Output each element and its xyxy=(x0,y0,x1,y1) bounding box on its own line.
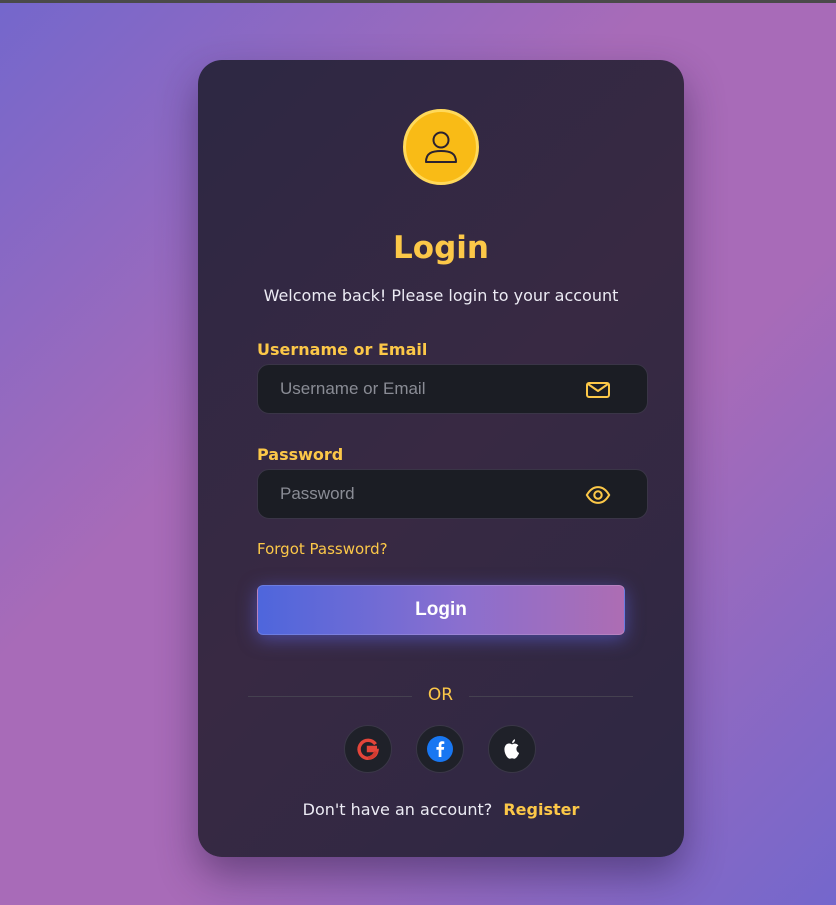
forgot-password-link[interactable]: Forgot Password? xyxy=(257,540,388,558)
signup-prompt-text: Don't have an account? xyxy=(302,800,493,819)
divider-or-text: OR xyxy=(427,685,454,705)
google-login-button[interactable] xyxy=(344,725,392,773)
user-icon xyxy=(425,131,457,163)
signup-prompt: Don't have an account? Register xyxy=(198,800,684,819)
password-label: Password xyxy=(257,445,344,464)
page-title: Login xyxy=(393,230,489,266)
username-label: Username or Email xyxy=(257,340,428,359)
password-field-wrapper xyxy=(257,469,648,519)
login-button[interactable]: Login xyxy=(257,585,625,635)
register-link[interactable]: Register xyxy=(503,800,579,819)
envelope-icon xyxy=(585,377,611,403)
page-subtitle: Welcome back! Please login to your accou… xyxy=(263,286,619,305)
login-card: Login Welcome back! Please login to your… xyxy=(198,60,684,857)
facebook-icon xyxy=(427,736,453,762)
divider-left xyxy=(248,696,412,697)
user-avatar xyxy=(403,109,479,185)
username-field-wrapper xyxy=(257,364,648,414)
google-icon xyxy=(357,738,379,760)
username-input[interactable] xyxy=(258,365,568,413)
apple-login-button[interactable] xyxy=(488,725,536,773)
window-top-strip xyxy=(0,0,836,3)
apple-icon xyxy=(504,739,520,759)
divider-right xyxy=(469,696,633,697)
password-input[interactable] xyxy=(258,470,568,518)
facebook-login-button[interactable] xyxy=(416,725,464,773)
eye-icon[interactable] xyxy=(585,482,611,508)
